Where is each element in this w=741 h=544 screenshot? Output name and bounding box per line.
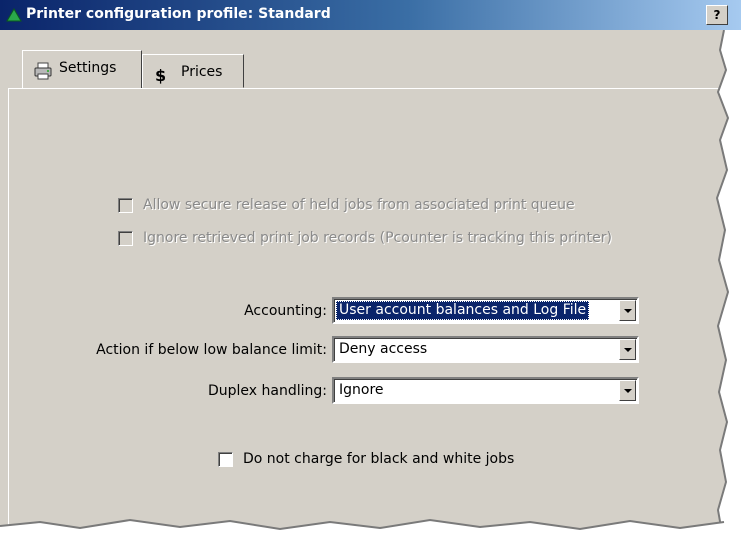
money-icon: $ (153, 63, 171, 97)
title-bar[interactable]: Printer configuration profile: Standard … (0, 0, 741, 30)
no-charge-bw-label[interactable]: Do not charge for black and white jobs (243, 451, 514, 467)
ignore-records-checkbox (118, 231, 133, 246)
ignore-records-label: Ignore retrieved print job records (Pcou… (143, 230, 612, 246)
duplex-label: Duplex handling: (208, 383, 327, 399)
chevron-down-icon (624, 348, 632, 352)
accounting-value: User account balances and Log File (336, 301, 590, 320)
window-title: Printer configuration profile: Standard (26, 6, 331, 22)
svg-text:$: $ (155, 66, 166, 84)
tab-prices[interactable]: $ Prices (142, 54, 244, 88)
chevron-down-icon (624, 309, 632, 313)
low-balance-value: Deny access (339, 341, 428, 357)
dialog-window: Printer configuration profile: Standard … (0, 0, 741, 544)
secure-release-checkbox (118, 198, 133, 213)
tab-settings-label: Settings (59, 60, 117, 76)
tab-prices-label: Prices (181, 64, 223, 80)
secure-release-label: Allow secure release of held jobs from a… (143, 197, 575, 213)
accounting-label: Accounting: (244, 303, 327, 319)
duplex-dropdown-button[interactable] (619, 380, 636, 401)
tab-settings[interactable]: Settings (22, 50, 142, 88)
chevron-down-icon (624, 389, 632, 393)
duplex-select[interactable]: Ignore (332, 377, 639, 404)
torn-edge-bottom (0, 518, 741, 544)
help-button[interactable]: ? (706, 5, 728, 25)
app-triangle-icon (6, 8, 22, 26)
printer-icon (33, 59, 53, 93)
low-balance-label: Action if below low balance limit: (96, 342, 327, 358)
no-charge-bw-checkbox[interactable] (218, 452, 233, 467)
duplex-value: Ignore (339, 382, 384, 398)
low-balance-select[interactable]: Deny access (332, 336, 639, 363)
accounting-dropdown-button[interactable] (619, 300, 636, 321)
torn-edge-right (714, 30, 741, 544)
accounting-select[interactable]: User account balances and Log File (332, 297, 639, 324)
low-balance-dropdown-button[interactable] (619, 339, 636, 360)
